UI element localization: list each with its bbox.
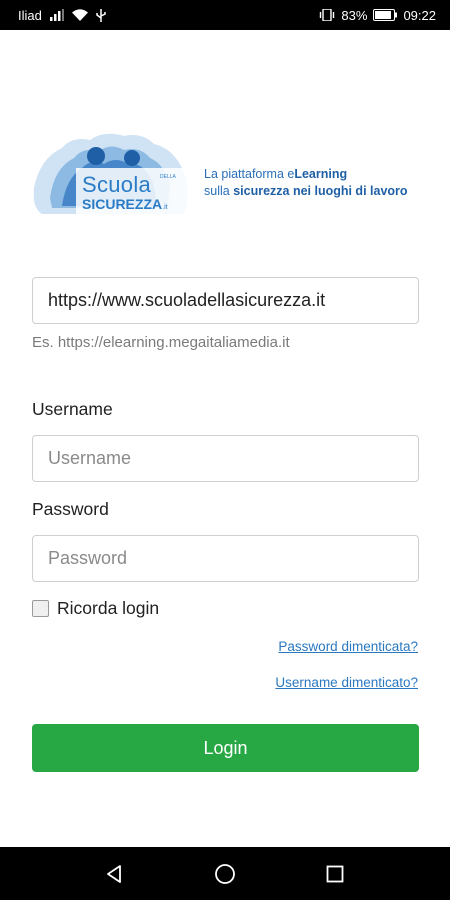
navigation-bar (0, 847, 450, 900)
tagline-line-2-bold: sicurezza nei luoghi di lavoro (233, 184, 408, 198)
battery-icon (373, 9, 398, 21)
clock: 09:22 (403, 7, 436, 23)
carrier-name: Iliad (18, 7, 42, 23)
tagline-line-1-bold: Learning (294, 167, 348, 181)
usb-icon (96, 8, 106, 22)
logo-scuola-text: Scuola (82, 172, 152, 197)
password-label: Password (32, 499, 109, 519)
wifi-icon (71, 9, 88, 21)
password-input[interactable] (32, 535, 419, 582)
logo-sicurezza-text: SICUREZZA.it (82, 196, 168, 212)
recents-icon[interactable] (315, 854, 355, 894)
remember-login-checkbox[interactable] (32, 600, 49, 617)
tagline-line-1: La piattaforma eLearning (204, 166, 408, 183)
home-icon[interactable] (205, 854, 245, 894)
vibrate-icon (319, 9, 335, 21)
status-bar: Iliad 83% 09:22 (0, 0, 450, 30)
forgot-password-link[interactable]: Password dimenticata? (278, 639, 418, 654)
platform-url-input[interactable] (32, 277, 419, 324)
logo-wordmark: Scuola DELLA SICUREZZA.it (82, 172, 176, 212)
username-input[interactable] (32, 435, 419, 482)
brand-logo: Scuola DELLA SICUREZZA.it La piattaforma… (32, 128, 422, 218)
forgot-username-link[interactable]: Username dimenticato? (275, 675, 418, 690)
tagline-line-2-text: sulla (204, 184, 234, 198)
remember-login-label[interactable]: Ricorda login (57, 598, 159, 619)
brand-tagline: La piattaforma eLearning sulla sicurezza… (204, 166, 408, 200)
login-button[interactable]: Login (32, 724, 419, 772)
logo-della-text: DELLA (160, 174, 176, 180)
back-icon[interactable] (95, 854, 135, 894)
logo-domain-suffix: .it (162, 204, 168, 211)
battery-percent: 83% (341, 7, 368, 23)
tagline-line-2: sulla sicurezza nei luoghi di lavoro (204, 183, 408, 200)
platform-url-hint: Es. https://elearning.megaitaliamedia.it (32, 334, 290, 351)
signal-icon (49, 9, 64, 21)
remember-login[interactable]: Ricorda login (32, 598, 159, 619)
username-label: Username (32, 399, 113, 419)
tagline-line-1-text: La piattaforma e (204, 167, 295, 181)
logo-sicurezza-word: SICUREZZA (82, 196, 163, 212)
